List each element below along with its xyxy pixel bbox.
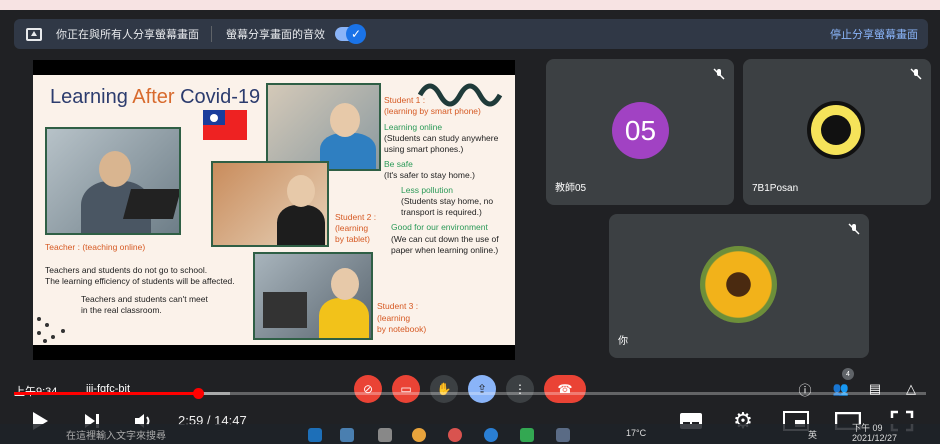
- teacher-line-3: Teachers and students can't meet: [81, 294, 208, 304]
- leave-call-button[interactable]: ☎: [544, 375, 586, 403]
- participant-tile-posan[interactable]: 7B1Posan: [743, 59, 931, 205]
- student2-photo: [211, 161, 329, 247]
- meeting-clock: 上午9:34: [14, 383, 57, 399]
- raise-hand-button[interactable]: ✋: [430, 375, 458, 403]
- participant-name: 教師05: [555, 183, 587, 194]
- good-environment-desc-1: (We can cut down the use of: [391, 234, 499, 244]
- chrome-icon[interactable]: [412, 428, 426, 442]
- participant-tile-self[interactable]: 你: [609, 214, 869, 358]
- student2-subtitle-1: (learning: [335, 223, 369, 233]
- info-icon: ⓘ: [798, 382, 812, 398]
- mic-off-icon: [910, 68, 922, 80]
- taiwan-flag-image: [203, 110, 247, 140]
- good-environment-desc-2: paper when learning online.): [391, 245, 499, 255]
- student3-photo: [253, 252, 373, 340]
- teacher-line-2: The learning efficiency of students will…: [45, 276, 235, 286]
- student3-heading: Student 3 :: [377, 301, 419, 311]
- learning-online-label: Learning online: [384, 122, 443, 132]
- be-safe-label: Be safe: [384, 159, 413, 169]
- show-everyone-button[interactable]: 👥: [832, 380, 850, 398]
- banner-divider: [211, 26, 212, 42]
- input-method-indicator[interactable]: 英: [808, 428, 817, 441]
- presented-slide: Learning After Covid-19 Student 1 : (lea…: [33, 75, 515, 345]
- student3-subtitle-2: by notebook): [377, 324, 427, 334]
- participant-tile-teacher[interactable]: 05 教師05: [546, 59, 734, 205]
- teacher-line-1: Teachers and students do not go to schoo…: [45, 265, 208, 275]
- share-audio-label: 螢幕分享畫面的音效: [226, 29, 325, 41]
- present-screen-icon: [26, 27, 42, 41]
- decorative-dots: [37, 317, 65, 343]
- taskbar-app-icon[interactable]: [340, 428, 354, 442]
- slide-title: Learning After Covid-19: [50, 86, 261, 108]
- good-environment-label: Good for our environment: [391, 222, 488, 232]
- learning-online-desc-2: using smart phones.): [384, 144, 464, 154]
- participant-avatar: 05: [612, 102, 669, 159]
- taskbar-search-box[interactable]: 在這裡輸入文字來搜尋: [22, 424, 222, 444]
- taskbar-app-icon[interactable]: [448, 428, 462, 442]
- edge-icon[interactable]: [484, 428, 498, 442]
- meeting-details-button[interactable]: ⓘ: [796, 380, 814, 398]
- screen-share-banner: 你正在與所有人分享螢幕畫面 螢幕分享畫面的音效 ✓ 停止分享螢幕畫面: [14, 19, 928, 49]
- taskbar-app-icon[interactable]: [308, 428, 322, 442]
- mic-off-icon: [848, 223, 860, 235]
- school-emblem-avatar: [807, 101, 865, 159]
- student2-subtitle-2: by tablet): [335, 234, 370, 244]
- stop-sharing-button[interactable]: 停止分享螢幕畫面: [830, 26, 918, 42]
- screen: 你正在與所有人分享螢幕畫面 螢幕分享畫面的音效 ✓ 停止分享螢幕畫面 Learn…: [0, 0, 940, 444]
- present-now-button[interactable]: ⇪: [468, 375, 496, 403]
- less-pollution-desc-2: transport is required.): [401, 207, 482, 217]
- video-progress-bar[interactable]: [14, 392, 926, 395]
- taskbar-app-icon[interactable]: [378, 428, 392, 442]
- weather-temperature[interactable]: 17°C: [626, 428, 646, 438]
- more-options-button[interactable]: ⋮: [506, 375, 534, 403]
- share-audio-toggle[interactable]: ✓: [335, 24, 366, 44]
- teacher-line-4: in the real classroom.: [81, 305, 162, 315]
- browser-top-strip: [0, 0, 940, 10]
- participant-name: 你: [618, 336, 628, 347]
- line-icon[interactable]: [520, 428, 534, 442]
- check-icon: ✓: [346, 24, 366, 44]
- student1-photo: [266, 83, 381, 171]
- teacher-photo: [45, 127, 181, 235]
- video-scrubber-handle[interactable]: [193, 388, 205, 399]
- taskbar-clock-date[interactable]: 2021/12/27: [852, 433, 897, 443]
- learning-online-desc-1: (Students can study anywhere: [384, 133, 499, 143]
- people-count-badge: 4: [842, 368, 854, 380]
- chat-button[interactable]: ▤: [866, 380, 884, 398]
- video-progress-played: [14, 392, 199, 395]
- sharing-status-text: 你正在與所有人分享螢幕畫面: [56, 29, 199, 41]
- sunflower-avatar: [700, 246, 777, 323]
- less-pollution-desc-1: (Students stay home, no: [401, 196, 494, 206]
- microphone-toggle-button[interactable]: ⊘: [354, 375, 382, 403]
- student2-heading: Student 2 :: [335, 212, 377, 222]
- student3-subtitle-1: (learning: [377, 313, 411, 323]
- mic-off-icon: [713, 68, 725, 80]
- camera-toggle-button[interactable]: ▭: [392, 375, 420, 403]
- taskbar-app-icon[interactable]: [556, 428, 570, 442]
- teacher-heading: Teacher : (teaching online): [45, 242, 146, 252]
- less-pollution-label: Less pollution: [401, 185, 453, 195]
- participant-name: 7B1Posan: [752, 183, 799, 194]
- decorative-wave: [418, 83, 503, 107]
- activities-button[interactable]: △: [902, 380, 920, 398]
- be-safe-desc: (It's safer to stay home.): [384, 170, 475, 180]
